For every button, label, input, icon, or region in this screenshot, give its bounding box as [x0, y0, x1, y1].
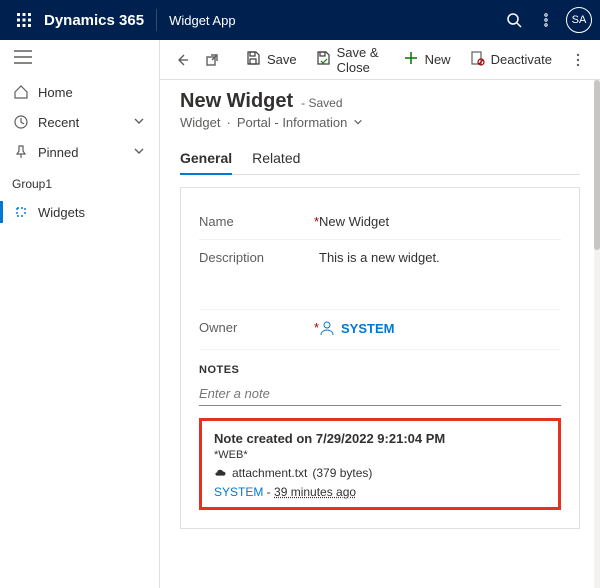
record-status: - Saved	[301, 96, 342, 110]
save-close-icon	[315, 50, 331, 69]
sidebar-item-label: Pinned	[38, 145, 133, 160]
form-card: Name * New Widget Description This is a …	[180, 187, 580, 529]
sidebar-item-label: Widgets	[38, 205, 147, 220]
sidebar-group-label: Group1	[0, 167, 159, 197]
field-label: Name *	[199, 214, 319, 229]
field-description[interactable]: Description This is a new widget.	[199, 240, 561, 310]
attachment-name: attachment.txt	[232, 466, 307, 480]
form-tabs: General Related	[180, 144, 580, 175]
sidebar-item-recent[interactable]: Recent	[0, 107, 159, 137]
deactivate-label: Deactivate	[491, 52, 552, 67]
entity-icon	[12, 204, 30, 220]
global-topbar: Dynamics 365 Widget App SA	[0, 0, 600, 40]
note-meta-user[interactable]: SYSTEM	[214, 485, 263, 499]
record-title: New Widget - Saved	[180, 90, 343, 113]
note-meta-time: 39 minutes ago	[274, 485, 356, 499]
app-name[interactable]: Widget App	[169, 13, 236, 28]
tab-related[interactable]: Related	[252, 144, 300, 174]
app-launcher-icon[interactable]	[8, 4, 40, 36]
scrollbar-thumb[interactable]	[594, 80, 600, 250]
note-attachment[interactable]: attachment.txt (379 bytes)	[214, 465, 546, 481]
record-title-text: New Widget	[180, 90, 293, 113]
record-subtitle[interactable]: Widget · Portal - Information	[180, 115, 580, 130]
owner-lookup-value[interactable]: SYSTEM	[319, 320, 394, 336]
record-form-name: Portal - Information	[237, 115, 348, 130]
save-close-label: Save & Close	[337, 45, 385, 75]
note-input[interactable]	[199, 382, 561, 406]
field-label: Owner *	[199, 320, 319, 335]
save-label: Save	[267, 52, 297, 67]
sidebar-item-label: Home	[38, 85, 147, 100]
chevron-down-icon	[133, 145, 147, 160]
user-avatar[interactable]: SA	[566, 7, 592, 33]
new-button[interactable]: New	[395, 46, 459, 73]
record-entity: Widget	[180, 115, 220, 130]
save-close-button[interactable]: Save & Close	[307, 41, 393, 79]
hamburger-icon[interactable]	[0, 40, 159, 77]
field-value[interactable]: New Widget	[319, 214, 561, 229]
deactivate-button[interactable]: Deactivate	[461, 46, 560, 73]
sidebar-item-label: Recent	[38, 115, 133, 130]
save-icon	[245, 50, 261, 69]
plus-icon	[403, 50, 419, 69]
back-button[interactable]	[168, 48, 196, 72]
cloud-icon	[214, 465, 227, 481]
new-label: New	[425, 52, 451, 67]
attachment-size: (379 bytes)	[312, 466, 372, 480]
search-icon[interactable]	[498, 4, 530, 36]
scrollbar-track[interactable]	[594, 80, 600, 588]
field-name[interactable]: Name * New Widget	[199, 204, 561, 240]
main-area: Save Save & Close New Deactivate New	[160, 40, 600, 588]
notes-section-label: NOTES	[199, 364, 561, 376]
tab-general[interactable]: General	[180, 144, 232, 174]
chevron-down-icon	[133, 115, 147, 130]
sidebar-item-widgets[interactable]: Widgets	[0, 197, 159, 227]
pin-icon	[12, 144, 30, 160]
deactivate-icon	[469, 50, 485, 69]
command-bar: Save Save & Close New Deactivate	[160, 40, 600, 80]
note-item-highlighted: Note created on 7/29/2022 9:21:04 PM *WE…	[199, 418, 561, 510]
open-new-window-button[interactable]	[198, 48, 226, 72]
chevron-down-icon	[353, 115, 363, 130]
note-meta: SYSTEM - 39 minutes ago	[214, 485, 546, 499]
form-content: New Widget - Saved Widget · Portal - Inf…	[160, 80, 600, 588]
sidebar-item-home[interactable]: Home	[0, 77, 159, 107]
topbar-divider	[156, 9, 157, 31]
field-value[interactable]: This is a new widget.	[319, 250, 561, 265]
field-owner[interactable]: Owner * SYSTEM	[199, 310, 561, 350]
save-button[interactable]: Save	[237, 46, 305, 73]
brand-name[interactable]: Dynamics 365	[44, 12, 144, 29]
clock-icon	[12, 114, 30, 130]
overflow-menu-icon[interactable]	[530, 4, 562, 36]
note-title: Note created on 7/29/2022 9:21:04 PM	[214, 431, 546, 446]
sidebar-item-pinned[interactable]: Pinned	[0, 137, 159, 167]
note-source: *WEB*	[214, 449, 546, 461]
person-icon	[319, 320, 335, 336]
field-label: Description	[199, 250, 319, 265]
sidebar: Home Recent Pinned Group1 Widgets	[0, 40, 160, 588]
more-commands-icon[interactable]	[564, 48, 592, 72]
home-icon	[12, 84, 30, 100]
